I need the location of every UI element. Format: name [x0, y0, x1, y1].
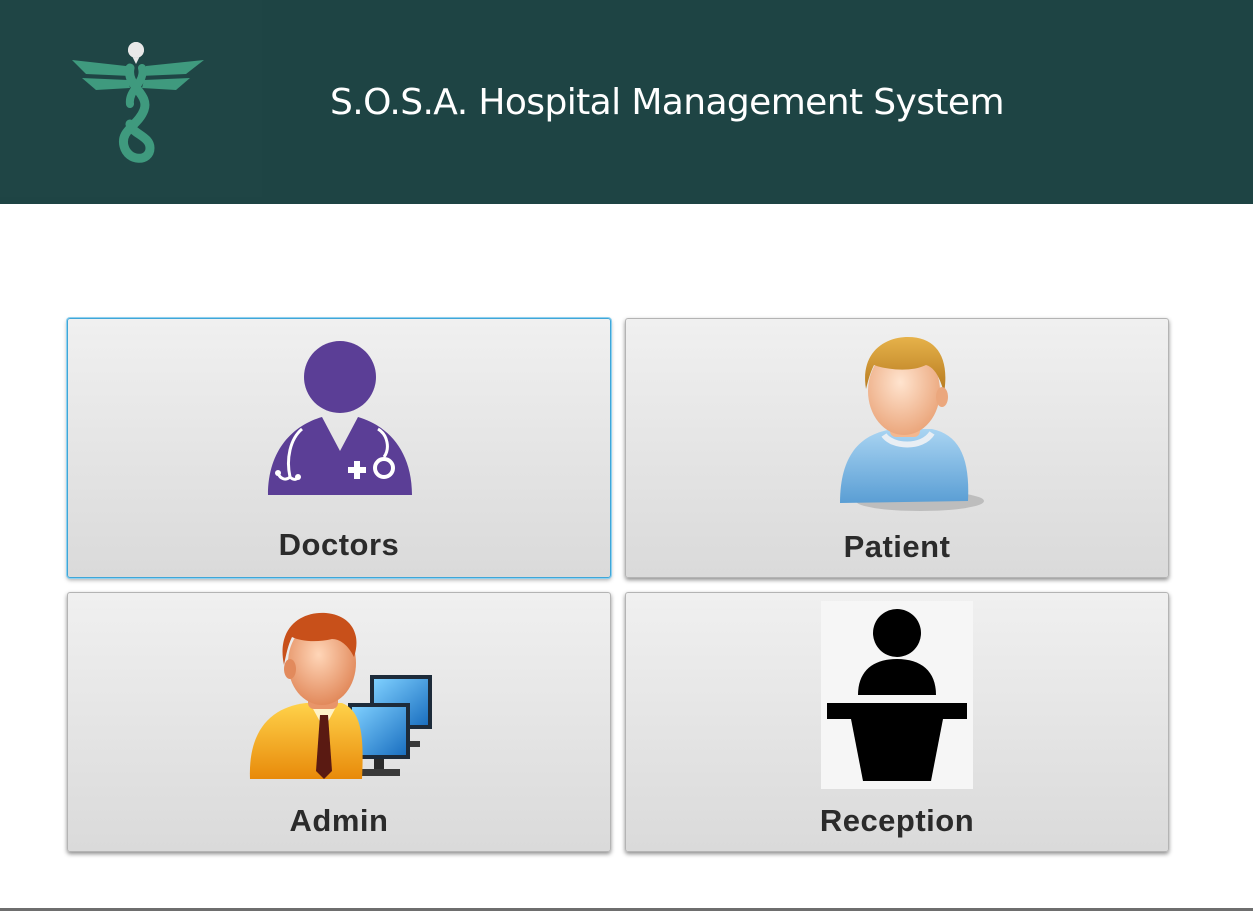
- patient-label: Patient: [843, 529, 951, 564]
- logo-area: [0, 0, 262, 197]
- app-header: S.O.S.A. Hospital Management System: [0, 0, 1253, 204]
- app-title: S.O.S.A. Hospital Management System: [330, 82, 1005, 123]
- reception-button[interactable]: Reception: [625, 592, 1169, 852]
- doctors-label: Doctors: [278, 527, 400, 562]
- patient-button[interactable]: Patient: [625, 318, 1169, 578]
- reception-desk-icon: [821, 601, 973, 789]
- admin-button[interactable]: Admin: [67, 592, 611, 852]
- reception-label: Reception: [819, 803, 975, 838]
- admin-label: Admin: [289, 803, 389, 838]
- doctor-icon: [268, 341, 412, 495]
- admin-computer-icon: [249, 612, 432, 779]
- doctors-button[interactable]: Doctors: [67, 318, 611, 578]
- caduceus-logo-icon: [72, 42, 204, 163]
- patient-icon: [840, 337, 984, 511]
